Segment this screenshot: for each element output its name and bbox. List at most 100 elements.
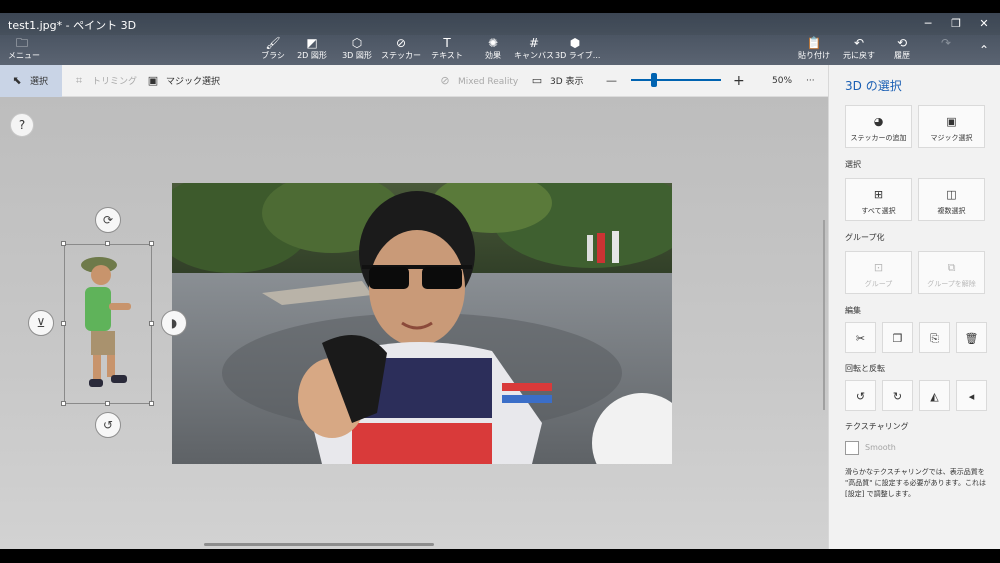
mixed-reality-icon: ⊘ — [440, 74, 450, 87]
copy-button[interactable]: ❐ — [882, 322, 913, 353]
resize-handle[interactable] — [149, 401, 154, 406]
zoom-slider[interactable] — [631, 79, 721, 81]
resize-handle[interactable] — [149, 241, 154, 246]
panel-button-label: すべて選択 — [861, 207, 896, 215]
rotate-z-icon[interactable]: ⟳ — [95, 207, 121, 233]
paste-button[interactable]: ⎘ — [919, 322, 950, 353]
redo-icon: ↷ — [940, 36, 952, 50]
crop-icon: ⌗ — [75, 74, 83, 87]
flip-horizontal-icon: ◭ — [930, 390, 939, 403]
resize-handle[interactable] — [105, 401, 110, 406]
magic-select-label: マジック選択 — [166, 77, 221, 87]
paint3d-window: test1.jpg* - ペイント 3D ─ ❐ ✕ 🗀 メニュー 🖌 ブラシ ◩ 2… — [0, 0, 1000, 563]
group-icon: ⊡ — [873, 261, 884, 274]
resize-handle[interactable] — [61, 321, 66, 326]
rotate-icon[interactable]: ↺ — [95, 412, 121, 438]
resize-handle[interactable] — [149, 321, 154, 326]
flip-horizontal-button[interactable]: ◭ — [919, 380, 950, 411]
canvas-area[interactable]: ? ⟳ ⊻ ◗ ↺ — [0, 97, 828, 549]
menu-label: メニュー — [8, 51, 40, 60]
resize-handle[interactable] — [61, 401, 66, 406]
panel-title: 3D の選択 — [845, 79, 902, 93]
rotate-x-icon[interactable]: ⊻ — [28, 310, 54, 336]
photo-illustration — [172, 183, 672, 464]
magic-select-button[interactable]: ▣ マジック選択 — [918, 105, 985, 148]
texture-note: 滑らかなテクスチャリングでは、表示品質を "高品質" に設定する必要があります。… — [845, 468, 986, 498]
ribbon-tool-2d-shapes[interactable]: ◩ 2D 図形 — [292, 35, 332, 65]
ungroup-button[interactable]: ⧉ グループを解除 — [918, 251, 985, 294]
ribbon-tool-canvas[interactable]: # キャンバス — [514, 35, 554, 65]
crop-label: トリミング — [92, 77, 138, 87]
resize-handle[interactable] — [61, 241, 66, 246]
ribbon-tool-sticker[interactable]: ⊘ ステッカー — [381, 35, 421, 65]
magic-select-tool[interactable]: ▣ マジック選択 — [146, 65, 220, 97]
ribbon-tool-text[interactable]: T テキスト — [427, 35, 467, 65]
resize-handle[interactable] — [105, 241, 110, 246]
cut-icon: ✂ — [855, 332, 866, 345]
group-section-title: グループ化 — [845, 233, 885, 242]
ribbon-tool-label: 効果 — [485, 51, 501, 60]
copy-icon: ❐ — [892, 332, 903, 345]
close-icon[interactable]: ✕ — [976, 16, 992, 32]
zoom-slider-thumb[interactable] — [650, 73, 657, 87]
cut-button[interactable]: ✂ — [845, 322, 876, 353]
mixed-reality-button[interactable]: ⊘ Mixed Reality — [438, 65, 518, 97]
ribbon-undo-button[interactable]: ↶ 元に戻す — [843, 35, 875, 65]
select-all-button[interactable]: ⊞ すべて選択 — [845, 178, 912, 221]
view-3d-label: 3D 表示 — [550, 77, 584, 87]
brush-icon: 🖌 — [265, 36, 281, 50]
texture-section-title: テクスチャリング — [845, 422, 909, 431]
crop-tool[interactable]: ⌗ トリミング — [72, 65, 137, 97]
multi-select-icon: ◫ — [946, 188, 957, 201]
paste-icon: ⎘ — [930, 332, 939, 345]
rotate-y-icon[interactable]: ◗ — [161, 310, 187, 336]
group-button[interactable]: ⊡ グループ — [845, 251, 912, 294]
view-3d-button[interactable]: ▭ 3D 表示 — [530, 65, 584, 97]
ribbon-tool-label: 2D 図形 — [297, 51, 327, 60]
ribbon-right-label: 履歴 — [894, 51, 910, 60]
photo-image[interactable] — [172, 183, 672, 464]
ribbon-tool-brush[interactable]: 🖌 ブラシ — [253, 35, 293, 65]
horizontal-scrollbar[interactable] — [204, 543, 434, 546]
vertical-scrollbar[interactable] — [823, 220, 825, 410]
ribbon-right-label: 元に戻す — [843, 51, 875, 60]
more-options-button[interactable]: ··· — [806, 65, 815, 97]
delete-button[interactable]: 🗑 — [956, 322, 987, 353]
menu-button[interactable]: 🗀 メニュー — [8, 35, 40, 65]
ribbon-tool-label: ステッカー — [381, 51, 421, 60]
zoom-out-button[interactable]: — — [606, 65, 617, 97]
select-label: 選択 — [30, 77, 49, 87]
ribbon-history-button[interactable]: ⟲ 履歴 — [886, 35, 918, 65]
rotate-right-button[interactable]: ↻ — [882, 380, 913, 411]
view-3d-icon: ▭ — [531, 74, 543, 87]
ribbon-paste-button[interactable]: 📋 貼り付け — [798, 35, 830, 65]
flip-vertical-button[interactable]: ◂ — [956, 380, 987, 411]
sticker-icon: ⊘ — [395, 36, 407, 50]
window-title: test1.jpg* - ペイント 3D — [8, 19, 137, 32]
magic-select-icon: ▣ — [946, 115, 957, 128]
collapse-ribbon-icon[interactable]: ⌃ — [975, 35, 993, 65]
ribbon-redo-button[interactable]: ↷ — [930, 35, 962, 65]
select-tool[interactable]: ⬉ 選択 — [0, 65, 62, 97]
magic-select-icon: ▣ — [147, 74, 159, 87]
multi-select-button[interactable]: ◫ 複数選択 — [918, 178, 985, 221]
ribbon-tool-effects[interactable]: ✺ 効果 — [473, 35, 513, 65]
ungroup-icon: ⧉ — [947, 261, 956, 274]
folder-icon: 🗀 — [15, 36, 28, 50]
maximize-icon[interactable]: ❐ — [948, 16, 964, 32]
ribbon-tool-label: 3D 図形 — [342, 51, 372, 60]
ribbon-tool-3d-library[interactable]: ⬢ 3D ライブ... — [555, 35, 600, 65]
zoom-in-button[interactable]: + — [733, 65, 745, 97]
canvas-icon: # — [528, 36, 540, 50]
delete-icon: 🗑 — [964, 332, 979, 345]
selection-box[interactable] — [64, 244, 152, 404]
smooth-checkbox[interactable] — [845, 441, 859, 455]
rotate-left-button[interactable]: ↺ — [845, 380, 876, 411]
minimize-icon[interactable]: ─ — [920, 16, 936, 32]
add-sticker-button[interactable]: ◕ ステッカーの追加 — [845, 105, 912, 148]
panel-button-label: ステッカーの追加 — [850, 134, 907, 142]
help-button[interactable]: ? — [10, 113, 34, 137]
add-sticker-icon: ◕ — [873, 115, 884, 128]
ribbon-tool-3d-shapes[interactable]: ⬡ 3D 図形 — [337, 35, 377, 65]
side-panel: 3D の選択 ◕ ステッカーの追加 ▣ マジック選択 選択 ⊞ すべて選択 ◫ 複数選択 グ… — [828, 65, 1000, 549]
